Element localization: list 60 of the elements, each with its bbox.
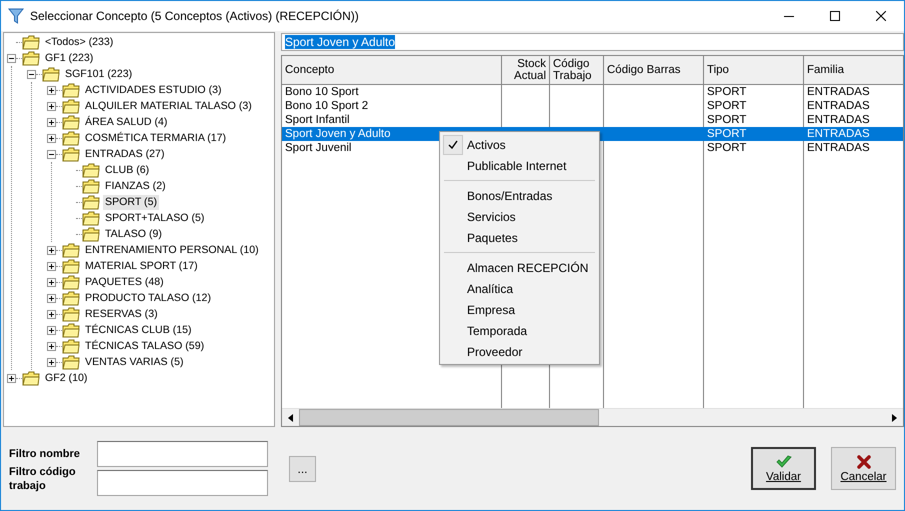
- tree-item[interactable]: PAQUETES (48): [83, 274, 166, 290]
- tree-item[interactable]: VENTAS VARIAS (5): [83, 354, 186, 370]
- cancel-button[interactable]: Cancelar: [831, 447, 896, 490]
- table-cell: SPORT: [707, 128, 746, 140]
- table-cell: ENTRADAS: [807, 114, 870, 126]
- menu-item[interactable]: Paquetes: [442, 227, 597, 248]
- column-header[interactable]: Código Barras: [604, 56, 704, 85]
- validate-button[interactable]: Validar: [751, 447, 816, 490]
- tree-item[interactable]: ENTRENAMIENTO PERSONAL (10): [83, 242, 261, 258]
- search-field[interactable]: Sport Joven y Adulto: [281, 33, 904, 51]
- tree-item[interactable]: MATERIAL SPORT (17): [83, 258, 200, 274]
- table-cell: Sport Joven y Adulto: [285, 128, 390, 140]
- table-cell: ENTRADAS: [807, 100, 870, 112]
- table-cell: Sport Juvenil: [285, 142, 352, 154]
- tree-item[interactable]: SGF101 (223): [63, 66, 134, 82]
- tree-item[interactable]: GF1 (223): [43, 50, 96, 66]
- tree-item[interactable]: TALASO (9): [103, 226, 164, 242]
- tree-item[interactable]: TÉCNICAS CLUB (15): [83, 322, 194, 338]
- tree-item[interactable]: CLUB (6): [103, 162, 152, 178]
- tree-item[interactable]: TÉCNICAS TALASO (59): [83, 338, 206, 354]
- tree-item[interactable]: RESERVAS (3): [83, 306, 160, 322]
- column-header[interactable]: Familia: [804, 56, 903, 85]
- menu-item[interactable]: Proveedor: [442, 341, 597, 362]
- window-title: Seleccionar Concepto (5 Conceptos (Activos) (RECEPCIÓN)): [30, 9, 360, 23]
- tree-item[interactable]: PRODUCTO TALASO (12): [83, 290, 213, 306]
- tree-item[interactable]: FIANZAS (2): [103, 178, 168, 194]
- menu-item[interactable]: Bonos/Entradas: [442, 185, 597, 206]
- menu-item[interactable]: Analítica: [442, 278, 597, 299]
- table-cell: Sport Infantil: [285, 114, 350, 126]
- table-cell: SPORT: [707, 100, 746, 112]
- filter-label: Filtro nombre: [9, 448, 80, 460]
- tree-item[interactable]: SPORT+TALASO (5): [103, 210, 206, 226]
- tree-item[interactable]: SPORT (5): [103, 194, 160, 210]
- column-header[interactable]: Tipo: [704, 56, 804, 85]
- column-header[interactable]: Concepto: [282, 56, 502, 85]
- table-cell: Bono 10 Sport 2: [285, 100, 368, 112]
- table-cell: ENTRADAS: [807, 128, 870, 140]
- tree-item[interactable]: ÁREA SALUD (4): [83, 114, 170, 130]
- menu-item[interactable]: Temporada: [442, 320, 597, 341]
- table-cell: ENTRADAS: [807, 142, 870, 154]
- browse-button[interactable]: ...: [289, 456, 316, 482]
- menu-item[interactable]: Servicios: [442, 206, 597, 227]
- tree-item[interactable]: COSMÉTICA TERMARIA (17): [83, 130, 228, 146]
- menu-item[interactable]: Almacen RECEPCIÓN: [442, 257, 597, 278]
- column-header[interactable]: Stock Actual: [502, 56, 550, 85]
- table-cell: SPORT: [707, 86, 746, 98]
- table-cell: ENTRADAS: [807, 86, 870, 98]
- column-header[interactable]: Código Trabajo: [550, 56, 604, 85]
- tree-item[interactable]: ALQUILER MATERIAL TALASO (3): [83, 98, 254, 114]
- tree-item[interactable]: GF2 (10): [43, 370, 90, 386]
- table-cell: SPORT: [707, 114, 746, 126]
- menu-item[interactable]: Empresa: [442, 299, 597, 320]
- tree-item[interactable]: ACTIVIDADES ESTUDIO (3): [83, 82, 224, 98]
- menu-item[interactable]: Activos: [442, 134, 597, 155]
- tree-item[interactable]: ENTRADAS (27): [83, 146, 166, 162]
- table-cell: SPORT: [707, 142, 746, 154]
- table-cell: Bono 10 Sport: [285, 86, 359, 98]
- menu-item[interactable]: Publicable Internet: [442, 155, 597, 176]
- filter-label: Filtro código trabajo: [9, 466, 76, 492]
- tree-item[interactable]: <Todos> (233): [43, 34, 116, 50]
